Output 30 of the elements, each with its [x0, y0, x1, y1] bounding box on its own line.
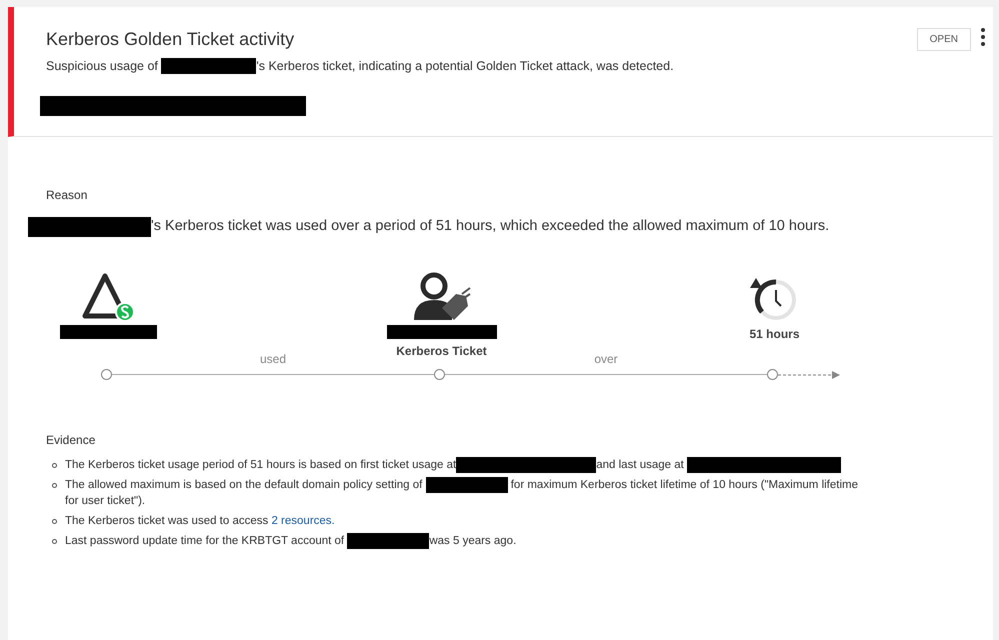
timeline-node	[101, 368, 112, 380]
sentence-text: 's Kerberos ticket was used over a period of 51 hours, which exceeded the allowed maximum of 10 hours.	[151, 217, 830, 236]
reason-heading: Reason	[46, 187, 88, 204]
sentence-text: 's Kerberos ticket, indicating a potential Golden Ticket attack, was detected.	[256, 58, 674, 75]
sentence-text: The Kerberos ticket was used to access	[65, 514, 270, 529]
sentence-text: for maximum Kerberos ticket lifetime of 10 hours ("Maximum lifetime	[510, 478, 858, 493]
bullet-icon	[52, 538, 57, 544]
more-options-icon[interactable]	[981, 28, 985, 46]
bullet-icon	[52, 518, 57, 524]
sentence-text: The allowed maximum is based on the default domain policy setting of	[65, 478, 424, 493]
resources-link[interactable]: 2 resources.	[271, 512, 335, 529]
edge-label: over	[594, 350, 618, 368]
sentence-text: for user ticket").	[65, 494, 146, 509]
edge-label: used	[260, 350, 286, 368]
sentence-text: and last usage at	[596, 458, 685, 473]
sentence-text: Suspicious usage of	[46, 58, 159, 75]
timeline-node	[767, 368, 778, 380]
node-caption: 51 hours	[749, 326, 800, 343]
dashed-arrow	[778, 370, 840, 379]
bullet-icon	[52, 482, 57, 488]
evidence-heading: Evidence	[46, 432, 96, 449]
timeline-node	[434, 368, 445, 380]
node-caption: Kerberos Ticket	[396, 342, 487, 360]
sentence-text: The Kerberos ticket usage period of 51 hours is based on first ticket usage at	[65, 458, 456, 473]
sentence-text: was 5 years ago.	[429, 534, 516, 549]
bullet-icon	[52, 462, 57, 468]
alert-title: Kerberos Golden Ticket activity	[46, 28, 296, 51]
user-tag-icon	[412, 272, 472, 322]
sentence-text: Last password update time for the KRBTGT account of	[65, 534, 346, 549]
status-badge: OPEN	[916, 28, 971, 51]
